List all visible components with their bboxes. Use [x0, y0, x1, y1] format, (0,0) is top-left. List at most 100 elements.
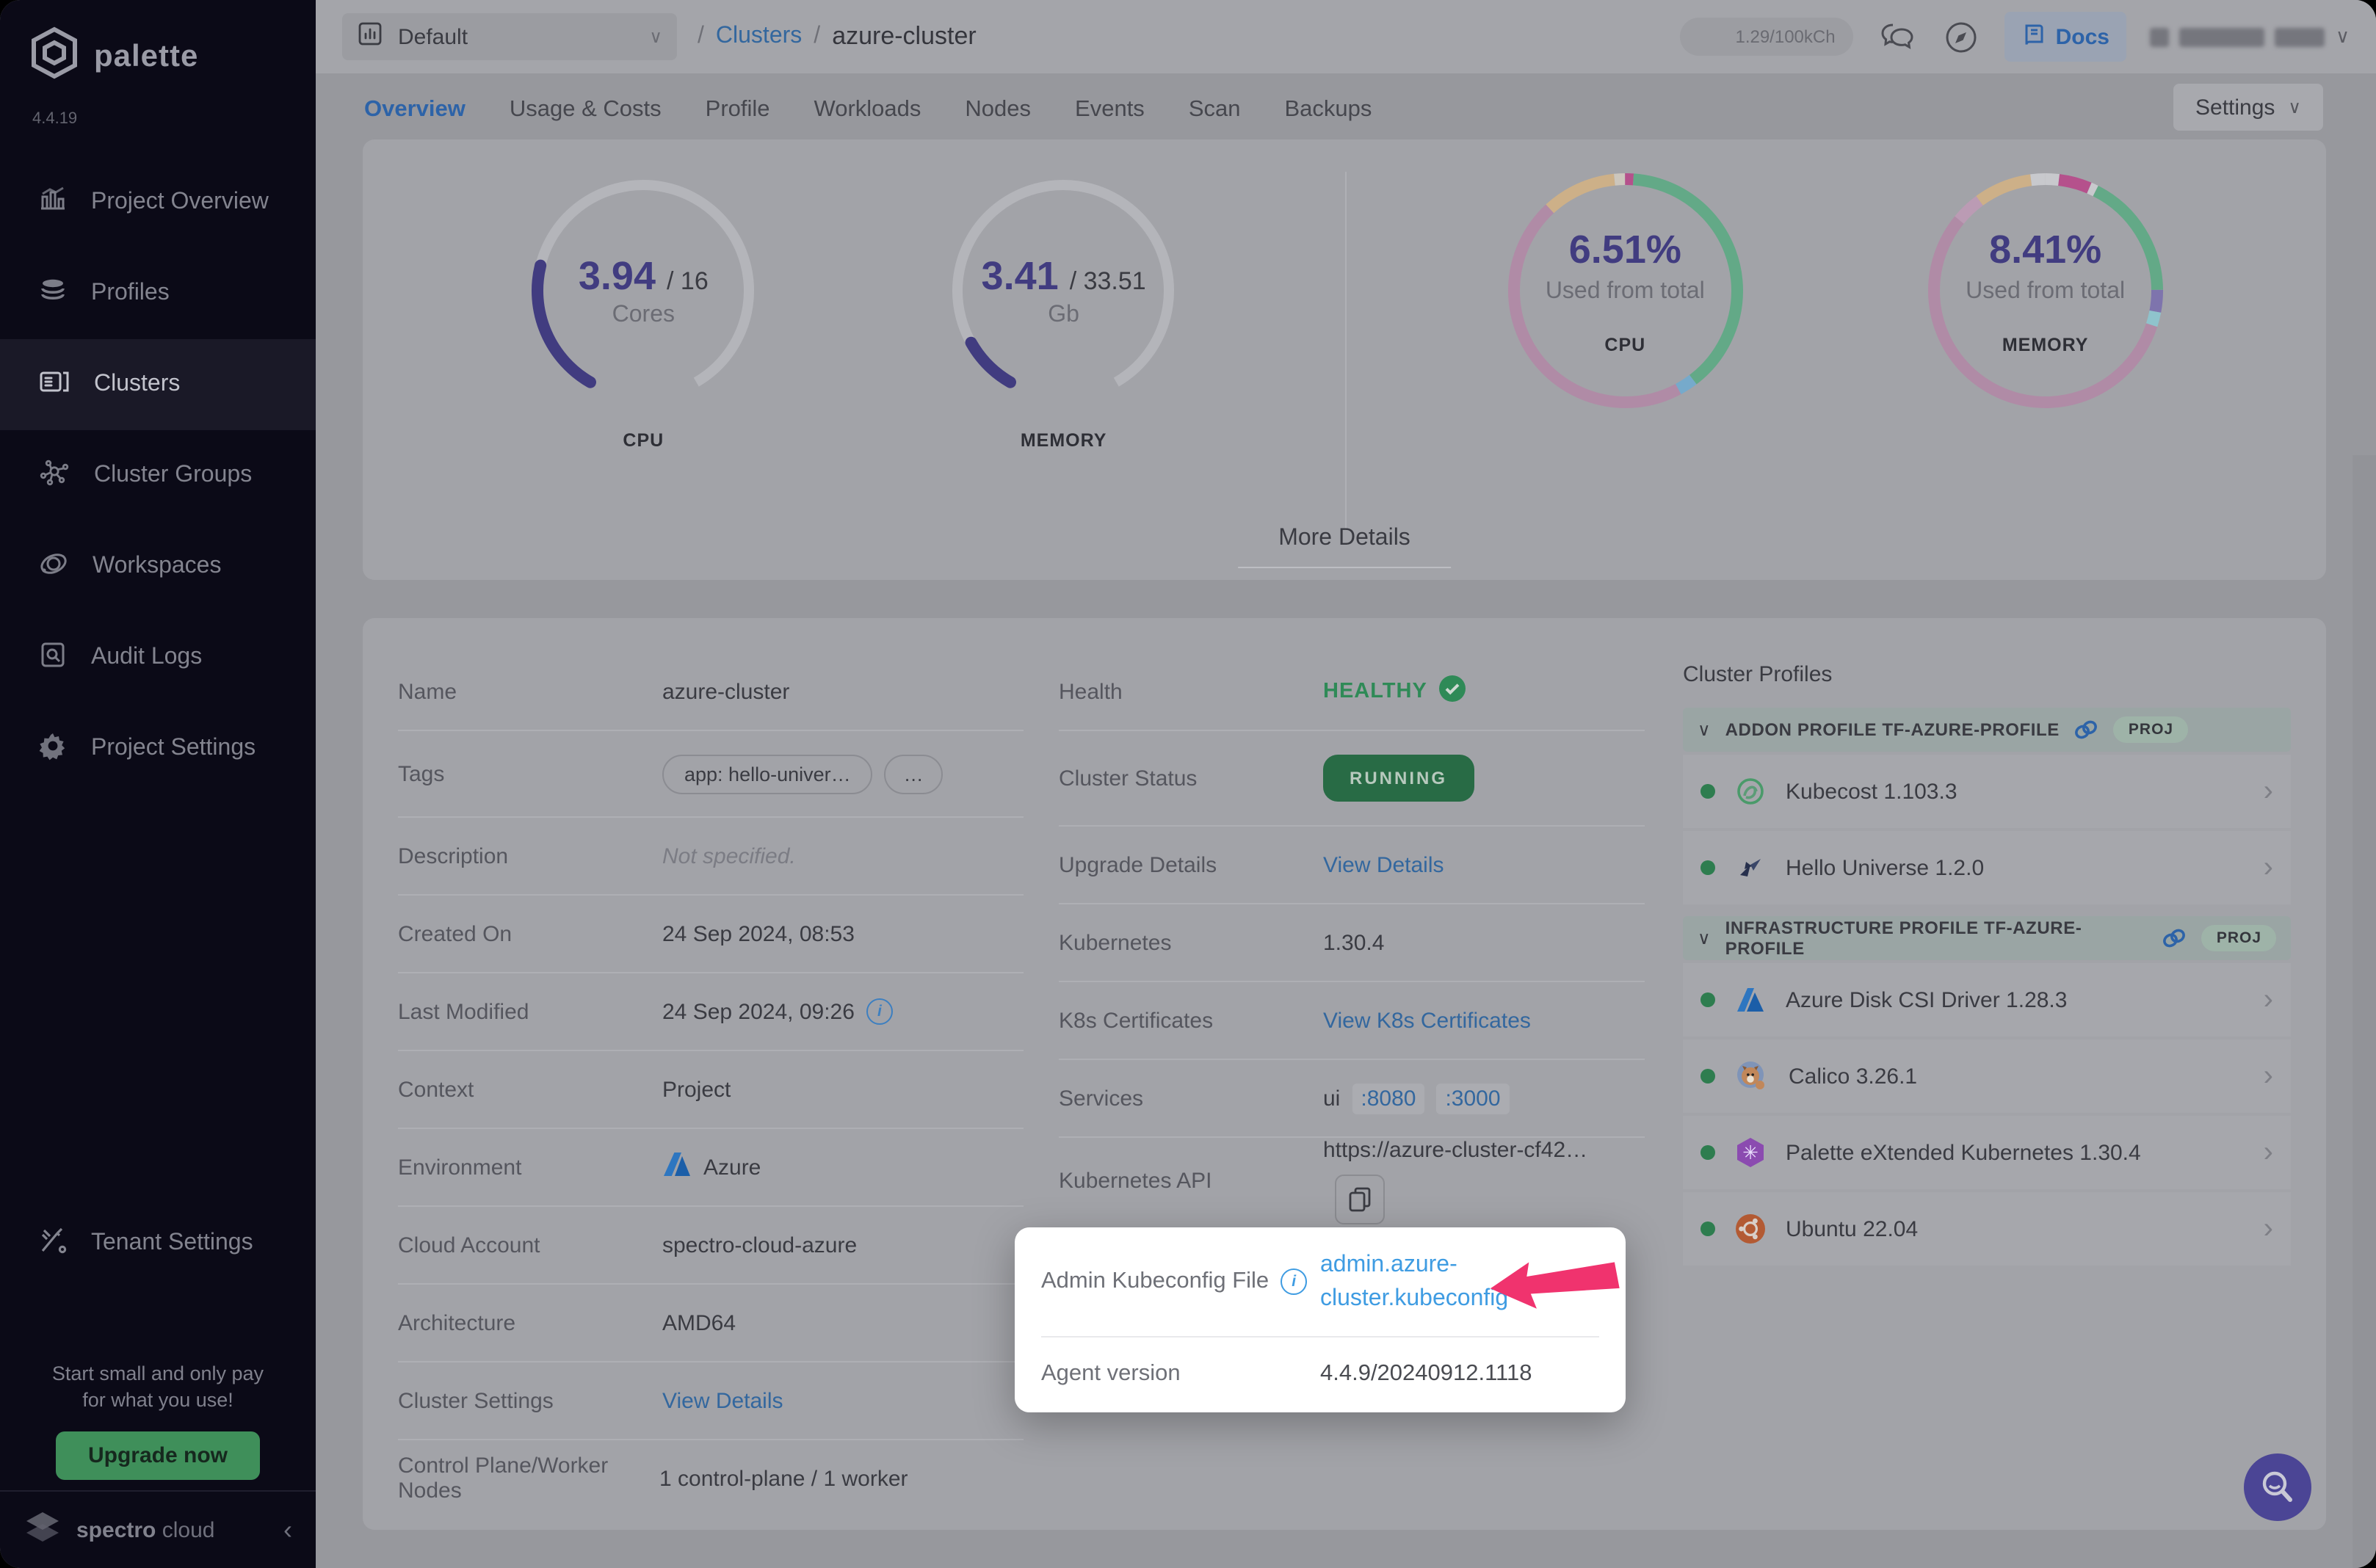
sidebar-tenant-section: Tenant Settings [0, 1198, 316, 1289]
tab-scan[interactable]: Scan [1189, 73, 1241, 150]
k8s-certificates-link[interactable]: View K8s Certificates [1323, 1008, 1531, 1033]
project-selector[interactable]: Default ∨ [342, 13, 677, 60]
row-created: Created On 24 Sep 2024, 08:53 [398, 896, 1024, 973]
sidebar-item-label: Profiles [91, 280, 170, 305]
chat-button[interactable] [1877, 18, 1918, 56]
api-url: https://azure-cluster-cf42… [1323, 1138, 1588, 1163]
app-version: 4.4.19 [32, 110, 78, 128]
row-agent-version: Agent version 4.4.9/20240912.1118 [1041, 1361, 1532, 1386]
workspaces-icon [38, 548, 69, 585]
tags-more-button[interactable]: … [884, 754, 943, 794]
profile-item-azure[interactable]: Azure Disk CSI Driver 1.28.3 › [1683, 963, 2291, 1037]
proj-badge: PROJ [2113, 716, 2189, 743]
user-name-redacted [2179, 27, 2265, 46]
profile-item-hello-universe[interactable]: Hello Universe 1.2.0 › [1683, 831, 2291, 904]
sidebar-item-project-settings[interactable]: Project Settings [0, 703, 316, 794]
memory-donut-pct: 8.41% [1989, 227, 2102, 271]
cluster-settings-button[interactable]: Settings ∨ [2173, 84, 2323, 131]
row-architecture: Architecture AMD64 [398, 1285, 1024, 1362]
profile-group-title: INFRASTRUCTURE PROFILE TF-AZURE-PROFILE [1725, 918, 2082, 959]
service-port-8080-link[interactable]: :8080 [1352, 1083, 1425, 1114]
profile-group-header[interactable]: ∨ ADDON PROFILE TF-AZURE-PROFILE PROJ [1683, 708, 2291, 752]
tab-overview[interactable]: Overview [364, 73, 466, 150]
link-icon[interactable] [2074, 719, 2099, 740]
app-stage: palette 4.4.19 Project Overview Profiles C… [0, 0, 2376, 1568]
groups-icon [38, 457, 70, 494]
more-details-button[interactable]: More Details [1237, 517, 1452, 568]
chevron-right-icon: › [2263, 1212, 2273, 1244]
row-kubernetes: Kubernetes 1.30.4 [1059, 904, 1645, 982]
memory-total: / 33.51 [1069, 266, 1146, 294]
ubuntu-logo-icon [1733, 1211, 1768, 1246]
kubeconfig-spotlight: Admin Kubeconfig File i admin.azure- clu… [1015, 1227, 1626, 1412]
sidebar-item-label: Cluster Groups [94, 462, 253, 487]
chevron-down-icon: ∨ [2288, 97, 2301, 117]
status-dot [1700, 1145, 1715, 1160]
row-context: Context Project [398, 1051, 1024, 1129]
topbar: Default ∨ / Clusters / azure-cluster 1.2… [316, 0, 2376, 73]
profile-item-kubecost[interactable]: Kubecost 1.103.3 › [1683, 755, 2291, 828]
memory-gauge-label: MEMORY [1020, 430, 1107, 451]
tab-events[interactable]: Events [1075, 73, 1145, 150]
profile-item-name: Palette eXtended Kubernetes 1.30.4 [1786, 1140, 2141, 1165]
cloud-account-value: spectro-cloud-azure [662, 1233, 858, 1257]
profile-item-ubuntu[interactable]: Ubuntu 22.04 › [1683, 1192, 2291, 1266]
profile-item-name: Ubuntu 22.04 [1786, 1216, 1919, 1241]
upgrade-now-button[interactable]: Upgrade now [55, 1431, 260, 1480]
sidebar-item-profiles[interactable]: Profiles [0, 248, 316, 339]
link-icon[interactable] [2162, 928, 2187, 948]
kubeconfig-link-line2[interactable]: cluster.kubeconfig [1320, 1282, 1508, 1315]
cluster-name: azure-cluster [662, 679, 790, 704]
resource-search-button[interactable] [2244, 1453, 2311, 1521]
chevron-right-icon: › [2263, 1059, 2273, 1092]
info-icon[interactable]: i [866, 998, 893, 1025]
cluster-settings-link[interactable]: View Details [662, 1388, 783, 1413]
sidebar-item-cluster-groups[interactable]: Cluster Groups [0, 430, 316, 521]
brand-name: palette [94, 39, 199, 73]
promo-line-1: Start small and only pay [51, 1362, 264, 1384]
docs-button[interactable]: Docs [2004, 12, 2127, 62]
breadcrumb-clusters-link[interactable]: Clusters [716, 23, 802, 50]
profile-item-calico[interactable]: Calico 3.26.1 › [1683, 1039, 2291, 1113]
docs-label: Docs [2055, 24, 2109, 49]
main-area: Default ∨ / Clusters / azure-cluster 1.2… [316, 0, 2376, 1568]
chevron-down-icon: ∨ [1698, 719, 1711, 740]
sidebar: palette 4.4.19 Project Overview Profiles C… [0, 0, 316, 1568]
kubeconfig-link-line1[interactable]: admin.azure- [1320, 1248, 1508, 1282]
tab-usage-costs[interactable]: Usage & Costs [510, 73, 662, 150]
tab-nodes[interactable]: Nodes [965, 73, 1031, 150]
project-selector-value: Default [398, 24, 468, 49]
profile-item-pxk[interactable]: ✳ Palette eXtended Kubernetes 1.30.4 › [1683, 1116, 2291, 1189]
cpu-donut: 6.51% Used from total CPU [1485, 166, 1764, 415]
tab-backups[interactable]: Backups [1285, 73, 1372, 150]
sidebar-item-clusters[interactable]: Clusters [0, 339, 316, 430]
status-dot [1700, 860, 1715, 875]
health-value: HEALTHY [1323, 680, 1427, 703]
profile-item-name: Azure Disk CSI Driver 1.28.3 [1786, 987, 2068, 1012]
sidebar-item-tenant-settings[interactable]: Tenant Settings [0, 1198, 316, 1289]
health-check-icon [1438, 675, 1466, 708]
user-menu[interactable]: ∨ [2150, 25, 2350, 48]
sidebar-item-workspaces[interactable]: Workspaces [0, 521, 316, 612]
upgrade-details-link[interactable]: View Details [1323, 852, 1444, 877]
status-dot [1700, 992, 1715, 1007]
copy-icon[interactable] [1335, 1175, 1385, 1224]
tab-workloads[interactable]: Workloads [814, 73, 921, 150]
kubernetes-version: 1.30.4 [1323, 930, 1385, 955]
tab-profile[interactable]: Profile [706, 73, 770, 150]
row-certs: K8s Certificates View K8s Certificates [1059, 982, 1645, 1060]
explore-compass-button[interactable] [1941, 17, 1981, 57]
sidebar-item-audit-logs[interactable]: Audit Logs [0, 612, 316, 703]
scrollbar[interactable] [2353, 455, 2376, 1568]
chevron-right-icon: › [2263, 774, 2273, 807]
status-dot [1700, 784, 1715, 799]
clusters-icon [38, 366, 70, 403]
profile-item-name: Hello Universe 1.2.0 [1786, 855, 1985, 880]
palette-logo-icon [29, 26, 79, 87]
service-port-3000-link[interactable]: :3000 [1436, 1083, 1510, 1114]
sidebar-collapse-icon[interactable]: ‹ [283, 1514, 292, 1545]
info-icon[interactable]: i [1281, 1268, 1308, 1295]
profile-group-header[interactable]: ∨ INFRASTRUCTURE PROFILE TF-AZURE-PROFILE… [1683, 916, 2291, 960]
profiles-icon [38, 275, 68, 312]
sidebar-item-project-overview[interactable]: Project Overview [0, 157, 316, 248]
